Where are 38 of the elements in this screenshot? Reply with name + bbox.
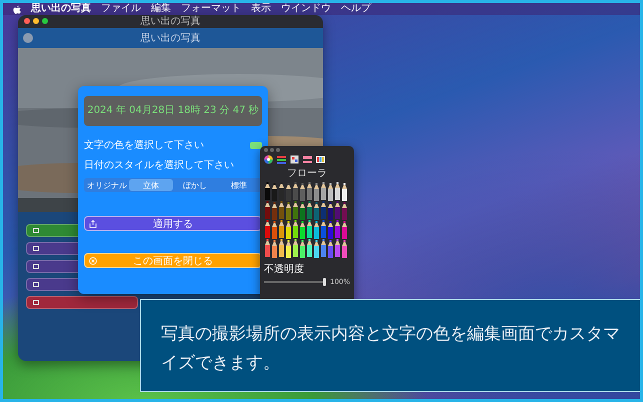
spectrum-icon[interactable] [303,155,312,164]
sliders-icon[interactable] [277,155,286,164]
zoom-button[interactable] [42,18,48,24]
menu-item[interactable]: フォーマット [181,3,241,15]
close-button[interactable] [24,18,30,24]
style-option[interactable]: オリジナル [85,179,129,191]
menu-item[interactable]: ウインドウ [281,3,331,15]
colored-pencils-drawing[interactable] [264,182,350,260]
share-icon [89,220,97,228]
window-title: 思い出の写真 [140,16,200,28]
style-option[interactable]: ぼかし [173,179,217,191]
text-color-label: 文字の色を選択して下さい [84,138,204,152]
crayons-icon[interactable] [316,155,325,164]
palette-name: フローラ [287,167,327,180]
date-preview: 2024 年 04月28日 18時 23 分 47 秒 [84,96,262,126]
minimize-button[interactable] [33,18,39,24]
apple-icon[interactable] [13,4,21,14]
caption-text: 写真の撮影場所の表示内容と文字の色を編集画面でカスタマイズできます。 [140,299,640,392]
apply-button[interactable]: 適用する [84,216,262,231]
slider-thumb[interactable] [322,278,326,286]
close-circle-icon [89,257,97,265]
square-icon [33,282,39,287]
circle-icon[interactable] [23,33,33,43]
menu-item[interactable]: ファイル [101,3,141,15]
close-button[interactable] [264,148,268,152]
square-icon [33,264,39,269]
square-icon [33,300,39,305]
style-option[interactable]: 標準 [217,179,261,191]
square-icon [33,246,39,251]
toolbar-title: 思い出の写真 [140,32,200,45]
color-well[interactable] [250,142,262,148]
menu-item[interactable]: 編集 [151,3,171,15]
menu-item[interactable]: 表示 [251,3,271,15]
color-wheel-icon[interactable] [264,155,273,164]
opacity-label: 不透明度 [264,262,305,276]
palette-icon[interactable] [290,155,299,164]
style-label: 日付のスタイルを選択して下さい [84,159,235,172]
square-icon [33,228,39,233]
